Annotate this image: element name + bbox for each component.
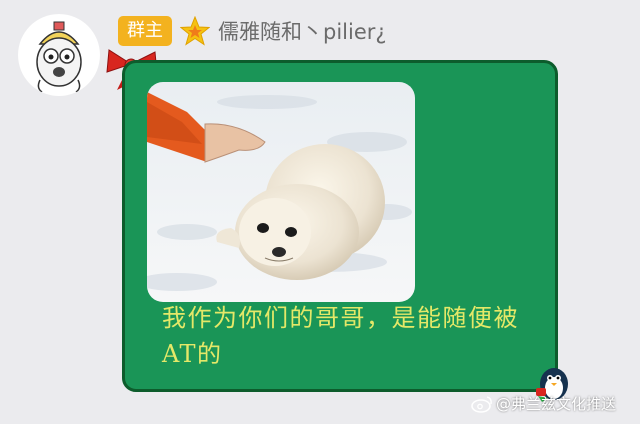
message-caption: 我作为你们的哥哥，是能随便被AT的	[162, 304, 519, 368]
role-badge: 群主	[118, 16, 172, 46]
watermark: @弗兰兹文化推送	[470, 393, 616, 414]
cartoon-seal-avatar-icon	[18, 14, 100, 96]
sender-nickname[interactable]: 儒雅随和丶pilier¿	[218, 16, 387, 46]
weibo-icon	[471, 395, 492, 413]
watermark-text: @弗兰兹文化推送	[496, 395, 617, 413]
star-icon	[180, 16, 210, 46]
baby-seal-photo	[147, 82, 415, 302]
message-image[interactable]	[147, 82, 415, 302]
message-header: 群主 儒雅随和丶pilier¿	[118, 14, 387, 48]
sender-avatar[interactable]	[18, 14, 100, 96]
